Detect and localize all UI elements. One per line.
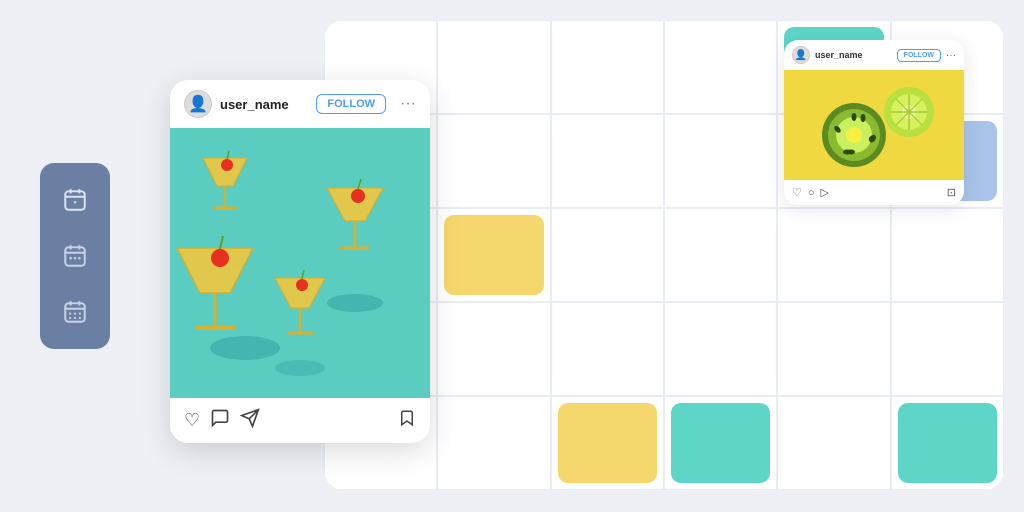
- sidebar: [40, 163, 110, 349]
- grid-cell: [437, 20, 550, 114]
- comment-icon-small[interactable]: ○: [808, 187, 815, 199]
- username-large: user_name: [220, 97, 308, 112]
- grid-cell: [777, 208, 890, 302]
- share-svg: [240, 408, 260, 428]
- dots-menu-small[interactable]: ···: [946, 50, 956, 61]
- sidebar-icon-calendar-single[interactable]: [56, 181, 94, 219]
- grid-cell: [777, 302, 890, 396]
- kiwi-image: [784, 70, 964, 180]
- heart-icon-large[interactable]: ♡: [184, 410, 200, 431]
- avatar-small: 👤: [792, 46, 810, 64]
- dots-menu-large[interactable]: ···: [400, 95, 416, 113]
- grid-cell: [551, 114, 664, 208]
- share-icon-small[interactable]: ▷: [821, 186, 829, 199]
- accent-yellow-2: [558, 403, 657, 483]
- main-content: 👤 user_name FOLLOW ···: [160, 20, 1004, 492]
- comment-icon-large[interactable]: [210, 408, 230, 433]
- follow-button-small[interactable]: FOLLOW: [897, 49, 941, 62]
- grid-cell: [664, 114, 777, 208]
- grid-cell: [891, 302, 1004, 396]
- instagram-card-small: 👤 user_name FOLLOW ···: [784, 40, 964, 205]
- grid-cell: [551, 208, 664, 302]
- grid-cell: [551, 396, 664, 490]
- avatar-large: 👤: [184, 90, 212, 118]
- bookmark-icon-large[interactable]: [398, 408, 416, 433]
- sidebar-icon-calendar-grid[interactable]: [56, 293, 94, 331]
- comment-svg: [210, 408, 230, 428]
- sidebar-icon-calendar-multi[interactable]: [56, 237, 94, 275]
- card-actions-small: ♡ ○ ▷ ⊡: [784, 180, 964, 205]
- card-actions-large: ♡: [170, 398, 430, 443]
- grid-cell: [891, 396, 1004, 490]
- follow-button-large[interactable]: FOLLOW: [316, 94, 386, 114]
- grid-cell: [891, 208, 1004, 302]
- share-icon-large[interactable]: [240, 408, 260, 433]
- card-header-large: 👤 user_name FOLLOW ···: [170, 80, 430, 128]
- grid-cell: [551, 20, 664, 114]
- post-image-large: [170, 128, 430, 398]
- post-image-small: [784, 70, 964, 180]
- grid-cell: [664, 396, 777, 490]
- grid-cell: [664, 208, 777, 302]
- accent-yellow-1: [444, 215, 543, 295]
- grid-cell: [551, 302, 664, 396]
- kiwi-svg: [784, 70, 964, 180]
- grid-cell: [437, 302, 550, 396]
- grid-cell: [437, 208, 550, 302]
- bookmark-svg: [398, 408, 416, 428]
- accent-teal-bottom-center: [671, 403, 770, 483]
- accent-teal-bottom-right: [898, 403, 997, 483]
- username-small: user_name: [815, 50, 892, 60]
- card-header-small: 👤 user_name FOLLOW ···: [784, 40, 964, 70]
- cocktail-svg: [170, 128, 430, 398]
- grid-cell: [664, 302, 777, 396]
- grid-cell: [437, 396, 550, 490]
- instagram-card-large: 👤 user_name FOLLOW ···: [170, 80, 430, 443]
- bookmark-icon-small[interactable]: ⊡: [947, 186, 956, 199]
- grid-cell: [437, 114, 550, 208]
- grid-cell: [664, 20, 777, 114]
- heart-icon-small[interactable]: ♡: [792, 186, 802, 199]
- grid-cell: [777, 396, 890, 490]
